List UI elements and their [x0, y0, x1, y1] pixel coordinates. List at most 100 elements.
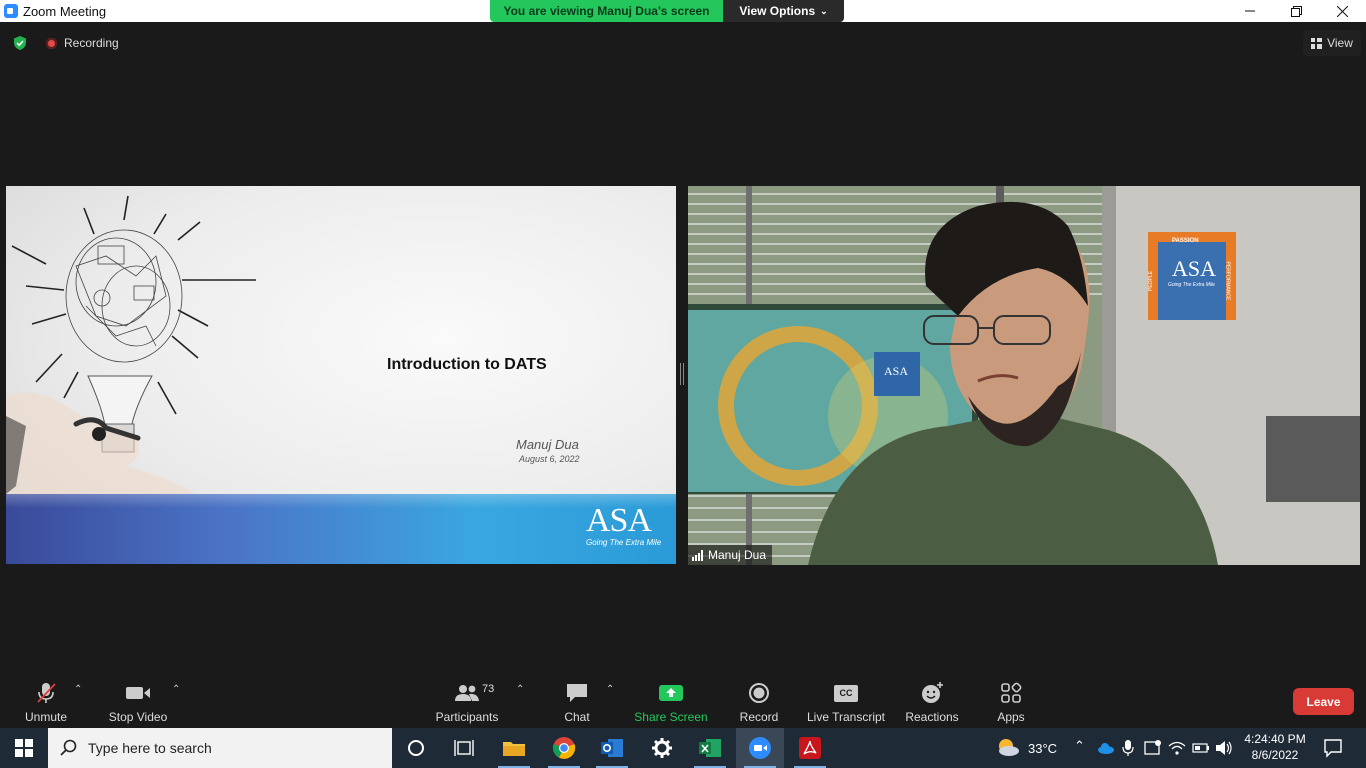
search-placeholder: Type here to search [88, 740, 212, 756]
asa-logo: ASA [586, 502, 652, 539]
unmute-button[interactable]: Unmute [20, 680, 72, 724]
participants-icon [455, 685, 479, 701]
taskbar-file-explorer[interactable] [490, 728, 538, 768]
device-status-icon[interactable] [1144, 739, 1162, 757]
share-screen-button[interactable]: Share Screen [634, 680, 708, 724]
tv-asa-logo: ASA [884, 364, 909, 378]
taskbar-clock[interactable]: 4:24:40 PM 8/6/2022 [1240, 731, 1310, 763]
record-icon [749, 683, 769, 703]
taskbar-acrobat[interactable] [786, 728, 834, 768]
reactions-smiley-icon [922, 682, 943, 703]
shared-screen-slide[interactable]: Introduction to DATS Manuj Dua August 6,… [6, 186, 676, 564]
search-icon [60, 739, 77, 756]
microphone-in-use-icon[interactable] [1122, 739, 1134, 757]
chat-label: Chat [564, 710, 590, 724]
leave-button[interactable]: Leave [1293, 688, 1354, 715]
minimize-icon [1245, 10, 1255, 12]
live-transcript-label: Live Transcript [806, 710, 886, 724]
taskbar-chrome[interactable] [540, 728, 588, 768]
task-view-button[interactable] [440, 728, 488, 768]
split-view-divider-handle[interactable] [680, 363, 684, 385]
zoom-icon [749, 737, 771, 759]
taskbar-excel[interactable] [686, 728, 734, 768]
taskbar-zoom[interactable] [736, 728, 784, 768]
file-explorer-icon [503, 742, 525, 756]
wifi-icon[interactable] [1168, 740, 1186, 756]
recording-label: Recording [64, 36, 119, 50]
participant-name: Manuj Dua [708, 548, 767, 562]
chevron-down-icon: ⌄ [820, 5, 828, 16]
close-icon [1336, 5, 1348, 17]
speaker-volume-icon[interactable] [1215, 740, 1233, 756]
video-feed-illustration [688, 186, 1360, 565]
chrome-icon [552, 737, 576, 759]
slide-author: Manuj Dua [516, 437, 579, 452]
chat-button[interactable]: Chat [556, 680, 598, 724]
view-options-label: View Options [739, 4, 816, 18]
connection-signal-icon [692, 549, 703, 561]
video-options-caret-icon[interactable]: ⌃ [172, 684, 180, 695]
view-button[interactable]: View [1303, 30, 1361, 56]
participants-label: Participants [435, 710, 499, 724]
battery-icon[interactable] [1192, 742, 1210, 754]
maximize-button[interactable] [1273, 0, 1319, 22]
window-title: Zoom Meeting [23, 4, 107, 19]
window-title-bar: Zoom Meeting You are viewing Manuj Dua's… [0, 0, 1366, 22]
record-button[interactable]: Record [736, 680, 782, 724]
poster-people-text: PEOPLE [1148, 270, 1155, 292]
weather-cloudy-sun-icon[interactable] [996, 737, 1020, 757]
taskbar-outlook[interactable] [588, 728, 636, 768]
minimize-button[interactable] [1227, 0, 1273, 22]
unmute-label: Unmute [24, 710, 68, 724]
weather-temperature[interactable]: 33°C [1028, 741, 1057, 756]
stop-video-button[interactable]: Stop Video [104, 680, 172, 724]
share-screen-icon [659, 685, 683, 701]
task-view-icon [454, 740, 474, 756]
excel-icon [699, 739, 721, 757]
close-button[interactable] [1319, 0, 1365, 22]
slide-title: Introduction to DATS [387, 356, 547, 373]
reactions-label: Reactions [905, 710, 959, 724]
audio-options-caret-icon[interactable]: ⌃ [74, 684, 82, 695]
poster-tagline: Going The Extra Mile [1168, 282, 1215, 288]
poster-passion-text: PASSION [1172, 238, 1199, 244]
participant-video[interactable]: PASSION PEOPLE PERFORMANCE ASA Going The… [688, 186, 1360, 565]
encryption-shield-icon[interactable] [12, 35, 28, 51]
poster-performance-text: PERFORMANCE [1224, 261, 1231, 301]
chat-options-caret-icon[interactable]: ⌃ [606, 684, 614, 695]
participants-options-caret-icon[interactable]: ⌃ [516, 684, 524, 695]
cortana-button[interactable] [392, 728, 440, 768]
start-button[interactable] [0, 728, 48, 768]
record-label: Record [739, 710, 779, 724]
show-hidden-icons-caret-icon[interactable]: ⌃ [1074, 738, 1085, 754]
apps-icon [1001, 682, 1022, 703]
apps-label: Apps [997, 710, 1025, 724]
slide-footer-band [6, 494, 676, 564]
live-transcript-button[interactable]: CC Live Transcript [806, 680, 886, 724]
taskbar-search-box[interactable]: Type here to search [48, 728, 392, 768]
windows-logo-icon [15, 739, 33, 757]
asa-tagline: Going The Extra Mile [586, 538, 662, 547]
notifications-icon[interactable] [1323, 738, 1343, 758]
grid-view-icon [1311, 37, 1323, 49]
cortana-circle-icon [408, 740, 424, 756]
outlook-icon [601, 739, 623, 757]
slide-date: August 6, 2022 [519, 454, 580, 464]
onedrive-cloud-icon[interactable] [1097, 742, 1115, 754]
recording-indicator-icon [46, 38, 57, 49]
stop-video-label: Stop Video [108, 710, 168, 724]
reactions-button[interactable]: Reactions [904, 680, 960, 724]
view-label: View [1327, 36, 1353, 50]
participants-count: 73 [482, 683, 495, 695]
view-options-button[interactable]: View Options ⌄ [723, 0, 844, 22]
apps-button[interactable]: Apps [994, 680, 1028, 724]
clock-date: 8/6/2022 [1251, 748, 1299, 762]
chat-bubble-icon [567, 684, 587, 702]
gear-icon [652, 738, 672, 758]
taskbar-settings[interactable] [638, 728, 686, 768]
participant-name-tag: Manuj Dua [688, 545, 773, 565]
share-screen-label: Share Screen [634, 710, 708, 724]
poster-asa-logo: ASA [1172, 256, 1217, 281]
restore-icon [1290, 5, 1302, 17]
zoom-app-icon [4, 4, 18, 18]
